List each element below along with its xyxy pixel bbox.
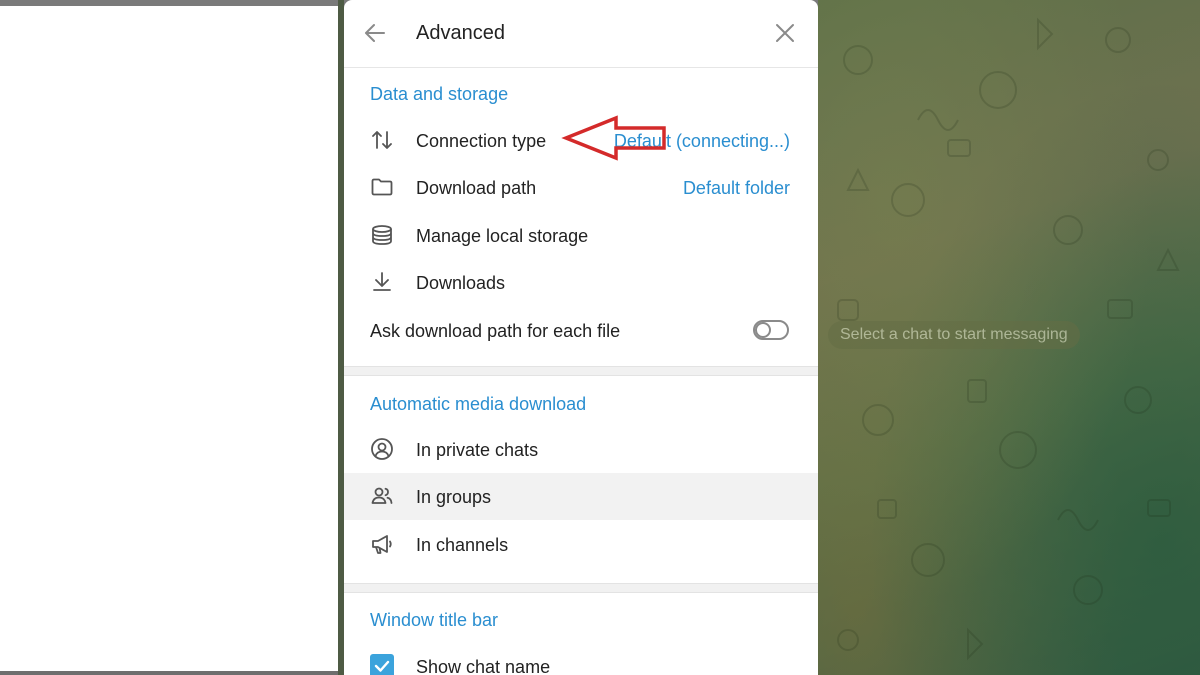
section-divider [344, 366, 818, 376]
up-down-arrows-icon [372, 131, 392, 149]
download-path-label: Download path [416, 178, 537, 198]
row-show-chat-name[interactable]: Show chat name [344, 643, 818, 675]
row-manage-local-storage[interactable]: Manage local storage [344, 212, 818, 259]
section-title-window-title-bar: Window title bar [370, 610, 499, 630]
empty-chat-message: Select a chat to start messaging [828, 321, 1080, 349]
panel-title: Advanced [416, 22, 505, 44]
section-title-data-storage: Data and storage [370, 84, 509, 104]
close-icon[interactable] [772, 20, 798, 46]
back-arrow-icon[interactable] [362, 20, 388, 46]
toggle-knob [755, 322, 771, 338]
folder-icon [371, 178, 393, 196]
channels-label: In channels [416, 535, 509, 555]
left-sidebar-pane [0, 6, 338, 672]
connection-type-label: Connection type [416, 131, 547, 151]
advanced-settings-panel: Advanced Data and storage Connection typ… [344, 0, 818, 675]
show-chat-name-label: Show chat name [416, 657, 551, 675]
section-title-auto-media: Automatic media download [370, 394, 587, 414]
panel-header: Advanced [344, 0, 818, 68]
section-divider [344, 583, 818, 593]
row-downloads[interactable]: Downloads [344, 259, 818, 306]
row-channels[interactable]: In channels [344, 521, 818, 568]
ask-download-path-label: Ask download path for each file [370, 321, 621, 341]
left-bottom-strip [0, 671, 338, 675]
megaphone-icon [372, 535, 392, 554]
downloads-label: Downloads [416, 273, 506, 293]
users-icon [371, 487, 393, 504]
database-stack-icon [372, 225, 392, 245]
ask-download-path-toggle[interactable] [753, 320, 789, 340]
row-ask-download-path[interactable]: Ask download path for each file [344, 307, 818, 354]
annotation-arrow-icon [561, 115, 666, 161]
download-icon [373, 272, 391, 291]
checkmark-icon [374, 660, 390, 672]
show-chat-name-checkbox[interactable] [370, 654, 394, 675]
row-download-path[interactable]: Download path Default folder [344, 164, 818, 211]
groups-label: In groups [416, 487, 492, 507]
user-circle-icon [371, 438, 393, 460]
private-chats-label: In private chats [416, 440, 539, 460]
row-groups[interactable]: In groups [344, 473, 818, 520]
manage-storage-label: Manage local storage [416, 226, 589, 246]
download-path-value: Default folder [682, 178, 790, 198]
row-private-chats[interactable]: In private chats [344, 426, 818, 473]
